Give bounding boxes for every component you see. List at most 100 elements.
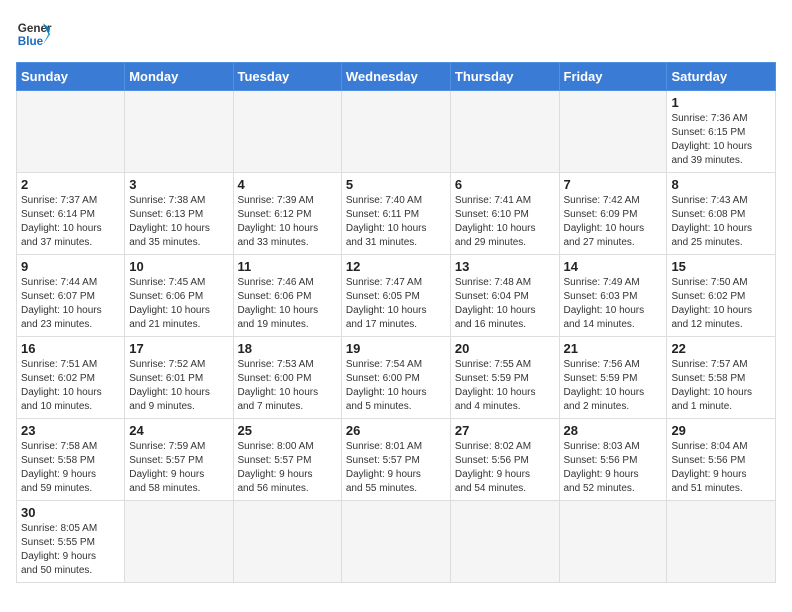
calendar-cell: 19 Sunrise: 7:54 AM Sunset: 6:00 PM Dayli… [341, 337, 450, 419]
calendar-cell: 27Sunrise: 8:02 AM Sunset: 5:56 PM Dayli… [450, 419, 559, 501]
day-info: Sunrise: 7:59 AM Sunset: 5:57 PM Dayligh… [129, 440, 228, 496]
day-info: Sunrise: 7:38 AM Sunset: 6:13 PM Dayligh… [129, 194, 228, 250]
day-number: 10 [129, 259, 228, 274]
calendar-cell [17, 91, 125, 173]
weekday-friday: Friday [559, 63, 667, 91]
day-number: 15 [671, 259, 771, 274]
day-info: Sunrise: 7:48 AM Sunset: 6:04 PM Dayligh… [455, 276, 555, 332]
calendar-cell [125, 501, 233, 583]
calendar-cell: 1 Sunrise: 7:36 AM Sunset: 6:15 PM Daylig… [667, 91, 776, 173]
calendar-cell: 11 Sunrise: 7:46 AM Sunset: 6:06 PM Dayli… [233, 255, 341, 337]
day-number: 9 [21, 259, 120, 274]
day-info: Sunrise: 7:45 AM Sunset: 6:06 PM Dayligh… [129, 276, 228, 332]
day-info: Sunrise: 7:37 AM Sunset: 6:14 PM Dayligh… [21, 194, 120, 250]
day-number: 30 [21, 505, 120, 520]
calendar-cell: 17 Sunrise: 7:52 AM Sunset: 6:01 PM Dayli… [125, 337, 233, 419]
day-number: 20 [455, 341, 555, 356]
calendar-cell: 4Sunrise: 7:39 AM Sunset: 6:12 PM Daylig… [233, 173, 341, 255]
calendar-cell [559, 501, 667, 583]
calendar-week-3: 16 Sunrise: 7:51 AM Sunset: 6:02 PM Dayli… [17, 337, 776, 419]
calendar-cell [233, 501, 341, 583]
day-info: Sunrise: 7:36 AM Sunset: 6:15 PM Dayligh… [671, 112, 771, 168]
day-number: 26 [346, 423, 446, 438]
day-info: Sunrise: 7:42 AM Sunset: 6:09 PM Dayligh… [564, 194, 663, 250]
day-number: 24 [129, 423, 228, 438]
day-info: Sunrise: 7:52 AM Sunset: 6:01 PM Dayligh… [129, 358, 228, 414]
day-number: 14 [564, 259, 663, 274]
weekday-monday: Monday [125, 63, 233, 91]
calendar-cell: 24 Sunrise: 7:59 AM Sunset: 5:57 PM Dayli… [125, 419, 233, 501]
calendar-cell [341, 501, 450, 583]
calendar-cell: 2 Sunrise: 7:37 AM Sunset: 6:14 PM Daylig… [17, 173, 125, 255]
calendar-week-1: 2 Sunrise: 7:37 AM Sunset: 6:14 PM Daylig… [17, 173, 776, 255]
day-info: Sunrise: 7:50 AM Sunset: 6:02 PM Dayligh… [671, 276, 771, 332]
day-number: 1 [671, 95, 771, 110]
day-info: Sunrise: 7:58 AM Sunset: 5:58 PM Dayligh… [21, 440, 120, 496]
day-info: Sunrise: 7:43 AM Sunset: 6:08 PM Dayligh… [671, 194, 771, 250]
weekday-header-row: SundayMondayTuesdayWednesdayThursdayFrid… [17, 63, 776, 91]
calendar-cell [450, 91, 559, 173]
day-number: 21 [564, 341, 663, 356]
day-info: Sunrise: 7:44 AM Sunset: 6:07 PM Dayligh… [21, 276, 120, 332]
day-number: 3 [129, 177, 228, 192]
weekday-wednesday: Wednesday [341, 63, 450, 91]
calendar-week-5: 30 Sunrise: 8:05 AM Sunset: 5:55 PM Dayli… [17, 501, 776, 583]
calendar-cell: 23 Sunrise: 7:58 AM Sunset: 5:58 PM Dayli… [17, 419, 125, 501]
day-number: 7 [564, 177, 663, 192]
day-info: Sunrise: 8:00 AM Sunset: 5:57 PM Dayligh… [238, 440, 337, 496]
calendar-cell [667, 501, 776, 583]
weekday-saturday: Saturday [667, 63, 776, 91]
calendar-cell: 9 Sunrise: 7:44 AM Sunset: 6:07 PM Daylig… [17, 255, 125, 337]
calendar-cell: 18Sunrise: 7:53 AM Sunset: 6:00 PM Dayli… [233, 337, 341, 419]
day-number: 11 [238, 259, 337, 274]
calendar-cell: 20Sunrise: 7:55 AM Sunset: 5:59 PM Dayli… [450, 337, 559, 419]
weekday-thursday: Thursday [450, 63, 559, 91]
calendar-body: 1 Sunrise: 7:36 AM Sunset: 6:15 PM Daylig… [17, 91, 776, 583]
day-number: 6 [455, 177, 555, 192]
calendar-cell: 3 Sunrise: 7:38 AM Sunset: 6:13 PM Daylig… [125, 173, 233, 255]
day-number: 8 [671, 177, 771, 192]
day-info: Sunrise: 8:02 AM Sunset: 5:56 PM Dayligh… [455, 440, 555, 496]
day-info: Sunrise: 8:05 AM Sunset: 5:55 PM Dayligh… [21, 522, 120, 578]
calendar-cell: 7 Sunrise: 7:42 AM Sunset: 6:09 PM Daylig… [559, 173, 667, 255]
day-number: 23 [21, 423, 120, 438]
day-info: Sunrise: 7:49 AM Sunset: 6:03 PM Dayligh… [564, 276, 663, 332]
calendar-cell: 26Sunrise: 8:01 AM Sunset: 5:57 PM Dayli… [341, 419, 450, 501]
calendar-cell [450, 501, 559, 583]
calendar-cell [233, 91, 341, 173]
day-number: 19 [346, 341, 446, 356]
calendar-cell [341, 91, 450, 173]
day-info: Sunrise: 8:03 AM Sunset: 5:56 PM Dayligh… [564, 440, 663, 496]
day-number: 2 [21, 177, 120, 192]
calendar-cell [559, 91, 667, 173]
weekday-sunday: Sunday [17, 63, 125, 91]
day-number: 29 [671, 423, 771, 438]
calendar-cell: 8 Sunrise: 7:43 AM Sunset: 6:08 PM Daylig… [667, 173, 776, 255]
day-info: Sunrise: 7:40 AM Sunset: 6:11 PM Dayligh… [346, 194, 446, 250]
calendar-cell: 29 Sunrise: 8:04 AM Sunset: 5:56 PM Dayli… [667, 419, 776, 501]
day-info: Sunrise: 7:54 AM Sunset: 6:00 PM Dayligh… [346, 358, 446, 414]
day-info: Sunrise: 8:04 AM Sunset: 5:56 PM Dayligh… [671, 440, 771, 496]
day-info: Sunrise: 7:53 AM Sunset: 6:00 PM Dayligh… [238, 358, 337, 414]
calendar-cell: 22Sunrise: 7:57 AM Sunset: 5:58 PM Dayli… [667, 337, 776, 419]
day-number: 22 [671, 341, 771, 356]
day-info: Sunrise: 7:41 AM Sunset: 6:10 PM Dayligh… [455, 194, 555, 250]
day-number: 13 [455, 259, 555, 274]
calendar-week-4: 23 Sunrise: 7:58 AM Sunset: 5:58 PM Dayli… [17, 419, 776, 501]
calendar-cell: 5 Sunrise: 7:40 AM Sunset: 6:11 PM Daylig… [341, 173, 450, 255]
calendar-cell [125, 91, 233, 173]
day-info: Sunrise: 7:51 AM Sunset: 6:02 PM Dayligh… [21, 358, 120, 414]
day-number: 5 [346, 177, 446, 192]
calendar-cell: 15 Sunrise: 7:50 AM Sunset: 6:02 PM Dayli… [667, 255, 776, 337]
day-number: 4 [238, 177, 337, 192]
weekday-tuesday: Tuesday [233, 63, 341, 91]
calendar-cell: 30 Sunrise: 8:05 AM Sunset: 5:55 PM Dayli… [17, 501, 125, 583]
calendar-cell: 14 Sunrise: 7:49 AM Sunset: 6:03 PM Dayli… [559, 255, 667, 337]
calendar-cell: 10 Sunrise: 7:45 AM Sunset: 6:06 PM Dayli… [125, 255, 233, 337]
calendar-week-2: 9 Sunrise: 7:44 AM Sunset: 6:07 PM Daylig… [17, 255, 776, 337]
day-number: 28 [564, 423, 663, 438]
calendar-cell: 12Sunrise: 7:47 AM Sunset: 6:05 PM Dayli… [341, 255, 450, 337]
day-number: 17 [129, 341, 228, 356]
day-info: Sunrise: 7:46 AM Sunset: 6:06 PM Dayligh… [238, 276, 337, 332]
day-number: 16 [21, 341, 120, 356]
